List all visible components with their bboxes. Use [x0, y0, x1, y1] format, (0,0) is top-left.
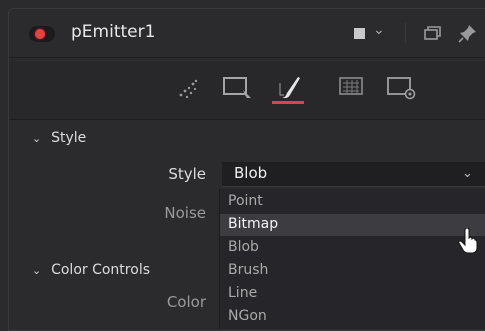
tab-region[interactable] [333, 73, 369, 103]
tab-settings[interactable] [383, 73, 419, 103]
node-header: pEmitter1 ⌄ [9, 9, 485, 57]
divider [405, 23, 406, 43]
chevron-down-icon[interactable]: ⌄ [32, 132, 46, 145]
option-bitmap[interactable]: Bitmap [220, 214, 485, 236]
option-line[interactable]: Line [220, 283, 485, 305]
option-point[interactable]: Point [220, 191, 485, 213]
status-dot [35, 29, 45, 39]
mouse-cursor-icon [458, 228, 478, 254]
option-ngon[interactable]: NGon [220, 306, 485, 328]
chevron-down-icon[interactable]: ⌄ [32, 264, 46, 277]
node-enable-toggle[interactable] [29, 26, 55, 42]
chevron-down-icon: ⌄ [462, 166, 473, 181]
style-section-header[interactable]: ⌄ Style [32, 127, 485, 146]
pin-icon[interactable] [457, 22, 479, 44]
divider [9, 119, 485, 120]
color-swatch[interactable] [354, 28, 365, 39]
style-dropdown[interactable]: Blob ⌄ [222, 162, 485, 187]
tab-style[interactable] [271, 73, 307, 103]
node-title: pEmitter1 [71, 22, 156, 42]
option-blob[interactable]: Blob [220, 237, 485, 259]
active-tab-indicator [272, 101, 304, 104]
inspector-tabs [9, 61, 485, 119]
divider [9, 57, 485, 58]
noise-label: Noise [164, 204, 206, 222]
tab-sets[interactable] [219, 73, 255, 103]
style-dropdown-list: Point Bitmap Blob Brush Line NGon [219, 189, 485, 329]
style-label: Style [168, 165, 206, 183]
versions-icon[interactable] [421, 22, 443, 44]
section-title: Style [51, 130, 87, 146]
option-brush[interactable]: Brush [220, 260, 485, 282]
section-title: Color Controls [51, 262, 150, 278]
style-value: Blob [234, 164, 268, 182]
tab-controls[interactable] [169, 73, 205, 103]
chevron-down-icon[interactable]: ⌄ [373, 22, 385, 38]
color-label: Color [166, 293, 206, 311]
